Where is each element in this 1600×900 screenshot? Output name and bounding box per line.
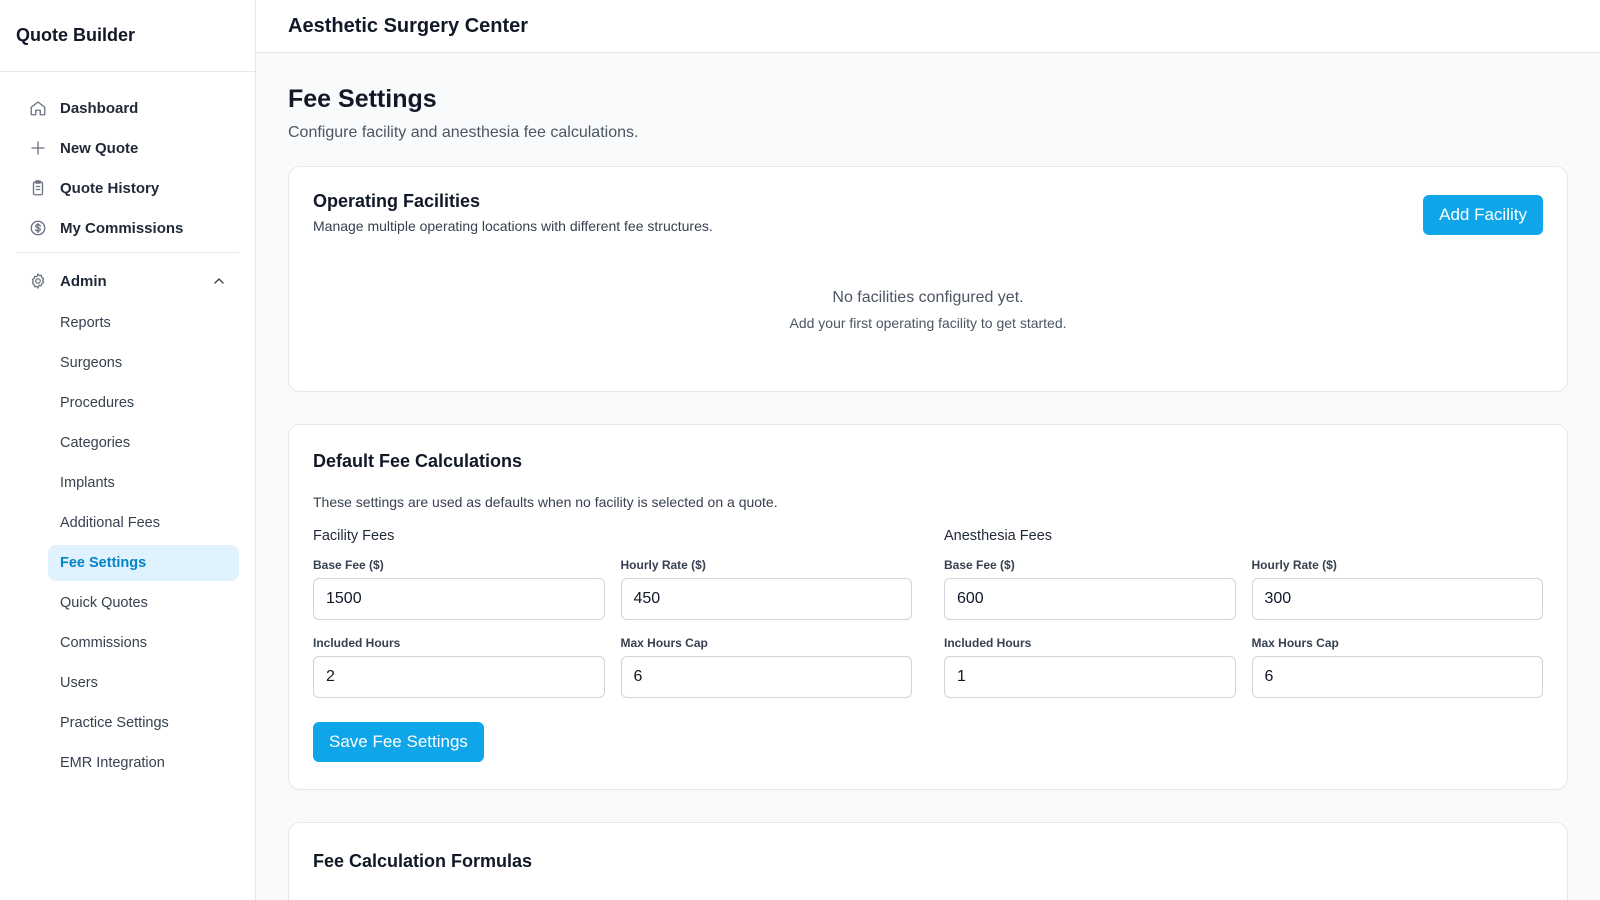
home-icon — [28, 98, 48, 118]
dollar-circle-icon — [28, 218, 48, 238]
anesthesia-included-hours-input[interactable] — [944, 656, 1236, 698]
field-label: Hourly Rate ($) — [1251, 558, 1337, 572]
sidebar-item-my-commissions[interactable]: My Commissions — [16, 208, 239, 248]
card-title: Fee Calculation Formulas — [313, 851, 533, 871]
sidebar-item-emr-integration[interactable]: EMR Integration — [48, 745, 239, 781]
sidebar-item-quote-history[interactable]: Quote History — [16, 168, 239, 208]
sidebar-item-practice-settings[interactable]: Practice Settings — [48, 705, 239, 741]
sidebar-item-categories[interactable]: Categories — [48, 425, 239, 461]
field-label: Base Fee ($) — [313, 558, 384, 572]
operating-facilities-card: Operating Facilities Manage multiple ope… — [288, 166, 1568, 392]
facility-fees-section: Facility Fees Base Fee ($) Hourly Rate (… — [313, 528, 912, 714]
card-description: Manage multiple operating locations with… — [313, 218, 713, 234]
defaults-note: These settings are used as defaults when… — [313, 494, 778, 510]
sidebar-item-label: My Commissions — [60, 219, 184, 237]
sidebar-item-label: New Quote — [60, 139, 139, 157]
chevron-up-icon[interactable] — [211, 273, 227, 289]
main-content: Fee Settings Configure facility and anes… — [256, 53, 1600, 900]
fee-grid: Facility Fees Base Fee ($) Hourly Rate (… — [313, 528, 1543, 714]
fee-calculation-formulas-card: Fee Calculation Formulas — [288, 822, 1568, 900]
gear-icon — [28, 271, 48, 291]
top-bar: Aesthetic Surgery Center — [256, 0, 1600, 53]
app-brand: Quote Builder — [0, 0, 255, 72]
sidebar-item-label: Dashboard — [60, 99, 139, 117]
anesthesia-base-fee-input[interactable] — [944, 578, 1236, 620]
field-label: Included Hours — [313, 636, 401, 650]
card-title: Default Fee Calculations — [313, 451, 523, 471]
sidebar-item-dashboard[interactable]: Dashboard — [16, 88, 239, 128]
sidebar-item-label: Admin — [60, 272, 107, 290]
sidebar-item-fee-settings[interactable]: Fee Settings — [48, 545, 239, 581]
sidebar-item-additional-fees[interactable]: Additional Fees — [48, 505, 239, 541]
default-fee-calculations-card: Default Fee Calculations These settings … — [288, 424, 1568, 790]
plus-icon — [28, 138, 48, 158]
sidebar-item-surgeons[interactable]: Surgeons — [48, 345, 239, 381]
section-title: Facility Fees — [313, 528, 395, 544]
empty-state-title: No facilities configured yet. — [832, 289, 1024, 306]
add-facility-button[interactable]: Add Facility — [1423, 195, 1543, 235]
clipboard-icon — [28, 178, 48, 198]
anesthesia-hourly-rate-input[interactable] — [1251, 578, 1543, 620]
facility-max-hours-input[interactable] — [620, 656, 912, 698]
sidebar-item-implants[interactable]: Implants — [48, 465, 239, 501]
field-label: Max Hours Cap — [1251, 636, 1339, 650]
admin-submenu: Reports Surgeons Procedures Categories I… — [16, 305, 239, 781]
sidebar-item-admin[interactable]: Admin — [16, 261, 239, 301]
sidebar-item-quick-quotes[interactable]: Quick Quotes — [48, 585, 239, 621]
empty-state: No facilities configured yet. Add your f… — [289, 289, 1567, 331]
facility-hourly-rate-input[interactable] — [620, 578, 912, 620]
field-label: Hourly Rate ($) — [620, 558, 706, 572]
page-subtitle: Configure facility and anesthesia fee ca… — [288, 124, 639, 141]
facility-base-fee-input[interactable] — [313, 578, 605, 620]
practice-name: Aesthetic Surgery Center — [288, 14, 529, 37]
nav-divider — [16, 252, 239, 253]
sidebar-item-commissions[interactable]: Commissions — [48, 625, 239, 661]
empty-state-subtitle: Add your first operating facility to get… — [789, 315, 1067, 331]
sidebar-item-procedures[interactable]: Procedures — [48, 385, 239, 421]
sidebar-item-new-quote[interactable]: New Quote — [16, 128, 239, 168]
facility-included-hours-input[interactable] — [313, 656, 605, 698]
save-fee-settings-button[interactable]: Save Fee Settings — [313, 722, 484, 762]
anesthesia-max-hours-input[interactable] — [1251, 656, 1543, 698]
main-nav: Dashboard New Quote Quote History My Com… — [0, 72, 255, 781]
anesthesia-fees-section: Anesthesia Fees Base Fee ($) Hourly Rate… — [944, 528, 1543, 714]
field-label: Included Hours — [944, 636, 1032, 650]
sidebar: Quote Builder Dashboard New Quote Quote … — [0, 0, 256, 900]
sidebar-item-label: Quote History — [60, 179, 160, 197]
field-label: Base Fee ($) — [944, 558, 1015, 572]
sidebar-item-users[interactable]: Users — [48, 665, 239, 701]
sidebar-item-reports[interactable]: Reports — [48, 305, 239, 341]
section-title: Anesthesia Fees — [944, 528, 1053, 544]
page-title: Fee Settings — [288, 85, 437, 113]
card-title: Operating Facilities — [313, 191, 481, 211]
field-label: Max Hours Cap — [620, 636, 708, 650]
